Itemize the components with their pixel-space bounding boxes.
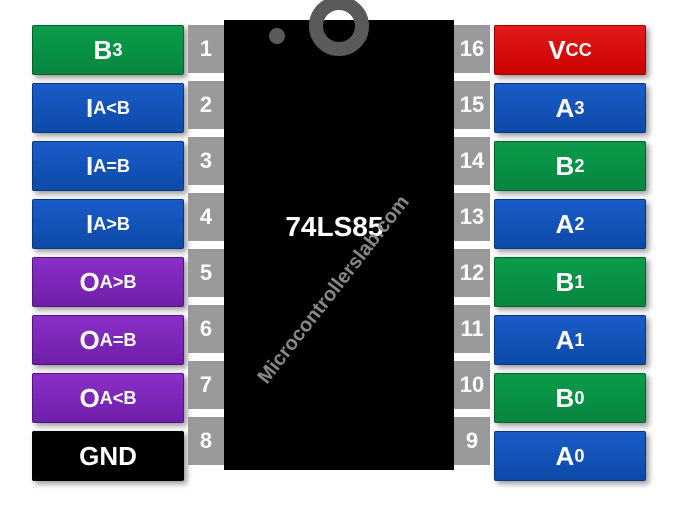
pin-label-a2: A2 xyxy=(494,199,646,249)
pin-label-b3: B3 xyxy=(32,25,184,75)
orientation-dot-icon xyxy=(269,28,285,44)
pin-label-ia-eq-b: IA=B xyxy=(32,141,184,191)
pin-9: 9 xyxy=(454,417,490,465)
pin-label-ia-gt-b: IA>B xyxy=(32,199,184,249)
ic-pinout-diagram: B3 IA<B IA=B IA>B OA>B OA=B OA<B GND 1 2… xyxy=(10,20,668,481)
pin-7: 7 xyxy=(188,361,224,409)
chip-body: 74LS85 Microcontrollerslab.com xyxy=(224,20,454,470)
pin-label-vcc: VCC xyxy=(494,25,646,75)
pin-2: 2 xyxy=(188,81,224,129)
pin-label-oa-lt-b: OA<B xyxy=(32,373,184,423)
pin-label-a0: A0 xyxy=(494,431,646,481)
left-labels: B3 IA<B IA=B IA>B OA>B OA=B OA<B GND xyxy=(32,25,184,481)
pin-label-ia-lt-b: IA<B xyxy=(32,83,184,133)
pin-11: 11 xyxy=(454,305,490,353)
pin-6: 6 xyxy=(188,305,224,353)
pin-label-gnd: GND xyxy=(32,431,184,481)
pin-14: 14 xyxy=(454,137,490,185)
pin-16: 16 xyxy=(454,25,490,73)
right-labels: VCC A3 B2 A2 B1 A1 B0 A0 xyxy=(494,25,646,481)
pin-label-b0: B0 xyxy=(494,373,646,423)
pin-8: 8 xyxy=(188,417,224,465)
pin-12: 12 xyxy=(454,249,490,297)
pin-4: 4 xyxy=(188,193,224,241)
pin-1: 1 xyxy=(188,25,224,73)
pin-label-a3: A3 xyxy=(494,83,646,133)
right-pin-numbers: 16 15 14 13 12 11 10 9 xyxy=(454,25,494,465)
pin-10: 10 xyxy=(454,361,490,409)
pin-label-oa-eq-b: OA=B xyxy=(32,315,184,365)
left-pin-numbers: 1 2 3 4 5 6 7 8 xyxy=(184,25,224,465)
pin-3: 3 xyxy=(188,137,224,185)
pin-label-a1: A1 xyxy=(494,315,646,365)
pin-5: 5 xyxy=(188,249,224,297)
pin-label-oa-gt-b: OA>B xyxy=(32,257,184,307)
pin-label-b1: B1 xyxy=(494,257,646,307)
pin-label-b2: B2 xyxy=(494,141,646,191)
pin-13: 13 xyxy=(454,193,490,241)
pin-15: 15 xyxy=(454,81,490,129)
notch-icon xyxy=(309,0,369,56)
